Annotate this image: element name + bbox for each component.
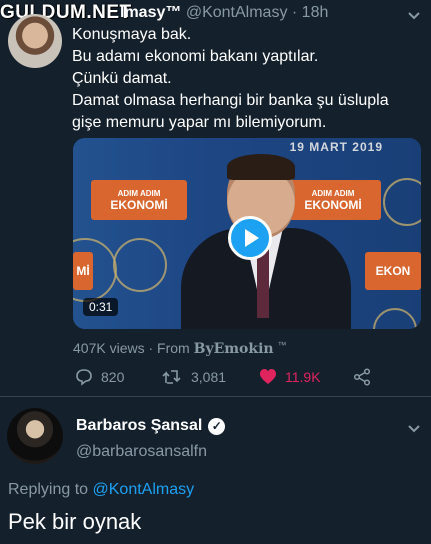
play-icon[interactable] — [228, 216, 272, 260]
banner-far-left: Mİ — [73, 252, 93, 290]
banner-partial-text: EKON — [375, 264, 411, 278]
tweet-header: lmasy™ @KontAlmasy · 18h — [120, 4, 328, 22]
banner-far-right: EKON — [365, 252, 421, 290]
reply-author-name-row: Barbaros Şansal ✓ — [76, 417, 226, 435]
video-player[interactable]: ADIM ADIM EKONOMİ ADIM ADIM EKONOMİ EKON… — [73, 138, 421, 329]
action-bar: 820 3,081 11.9K — [73, 368, 413, 390]
banner-partial-text: Mİ — [76, 264, 90, 278]
share-icon — [353, 368, 371, 386]
source-tm: ™ — [277, 340, 287, 350]
emblem-decoration — [113, 238, 167, 292]
reply-button[interactable]: 820 — [75, 368, 124, 386]
tweet-line: Bu adamı ekonomi bakanı yaptılar. — [72, 48, 319, 65]
retweet-icon — [162, 370, 181, 384]
view-count: 407K views — [73, 340, 145, 356]
tweet-line: gişe memuru yapar mı bilemiyorum. — [72, 114, 327, 131]
retweet-button[interactable]: 3,081 — [161, 368, 226, 386]
reply-author-handle[interactable]: @barbarosansalfn — [76, 443, 207, 461]
like-count: 11.9K — [285, 369, 321, 385]
like-button[interactable]: 11.9K — [259, 368, 321, 386]
reply-count: 820 — [101, 369, 125, 385]
tweet-line: Çünkü damat. — [72, 70, 172, 87]
reply-text: Pek bir oynak — [8, 509, 142, 534]
chevron-down-icon[interactable] — [407, 8, 421, 24]
view-count-row: 407K views · From ByEmokin ™ — [73, 340, 287, 357]
tweet-main[interactable]: lmasy™ @KontAlmasy · 18h Konuşmaya bak. … — [0, 0, 431, 394]
heart-icon — [260, 369, 276, 384]
share-button[interactable] — [353, 368, 371, 386]
from-label: From — [157, 340, 190, 356]
source-account[interactable]: ByEmokin — [194, 341, 274, 357]
reply-author-name[interactable]: Barbaros Şansal — [76, 417, 202, 435]
avatar[interactable] — [8, 14, 62, 68]
tweet-time[interactable]: 18h — [302, 4, 329, 21]
avatar[interactable] — [7, 408, 63, 464]
banner-top-text: ADIM ADIM — [117, 188, 161, 198]
reply-icon — [76, 369, 92, 386]
author-name[interactable]: lmasy™ — [120, 4, 181, 21]
replying-prefix: Replying to — [8, 481, 89, 498]
tweet-line: Konuşmaya bak. — [72, 26, 192, 43]
mention-link[interactable]: @KontAlmasy — [93, 481, 195, 498]
tweet-text: Konuşmaya bak. Bu adamı ekonomi bakanı y… — [72, 24, 422, 134]
author-handle[interactable]: @KontAlmasy — [186, 4, 288, 21]
divider — [0, 396, 431, 397]
date-overlay: 19 MART 2019 — [289, 140, 383, 154]
banner-main-text: EKONOMİ — [110, 197, 168, 212]
retweet-count: 3,081 — [191, 369, 227, 385]
video-duration: 0:31 — [83, 298, 119, 316]
replying-to-line: Replying to @KontAlmasy — [8, 481, 194, 499]
verified-badge-icon: ✓ — [208, 417, 226, 435]
separator-dot: · — [291, 4, 298, 21]
chevron-down-icon[interactable] — [407, 421, 421, 437]
tweet-line: Damat olmasa herhangi bir banka şu üslup… — [72, 92, 389, 109]
